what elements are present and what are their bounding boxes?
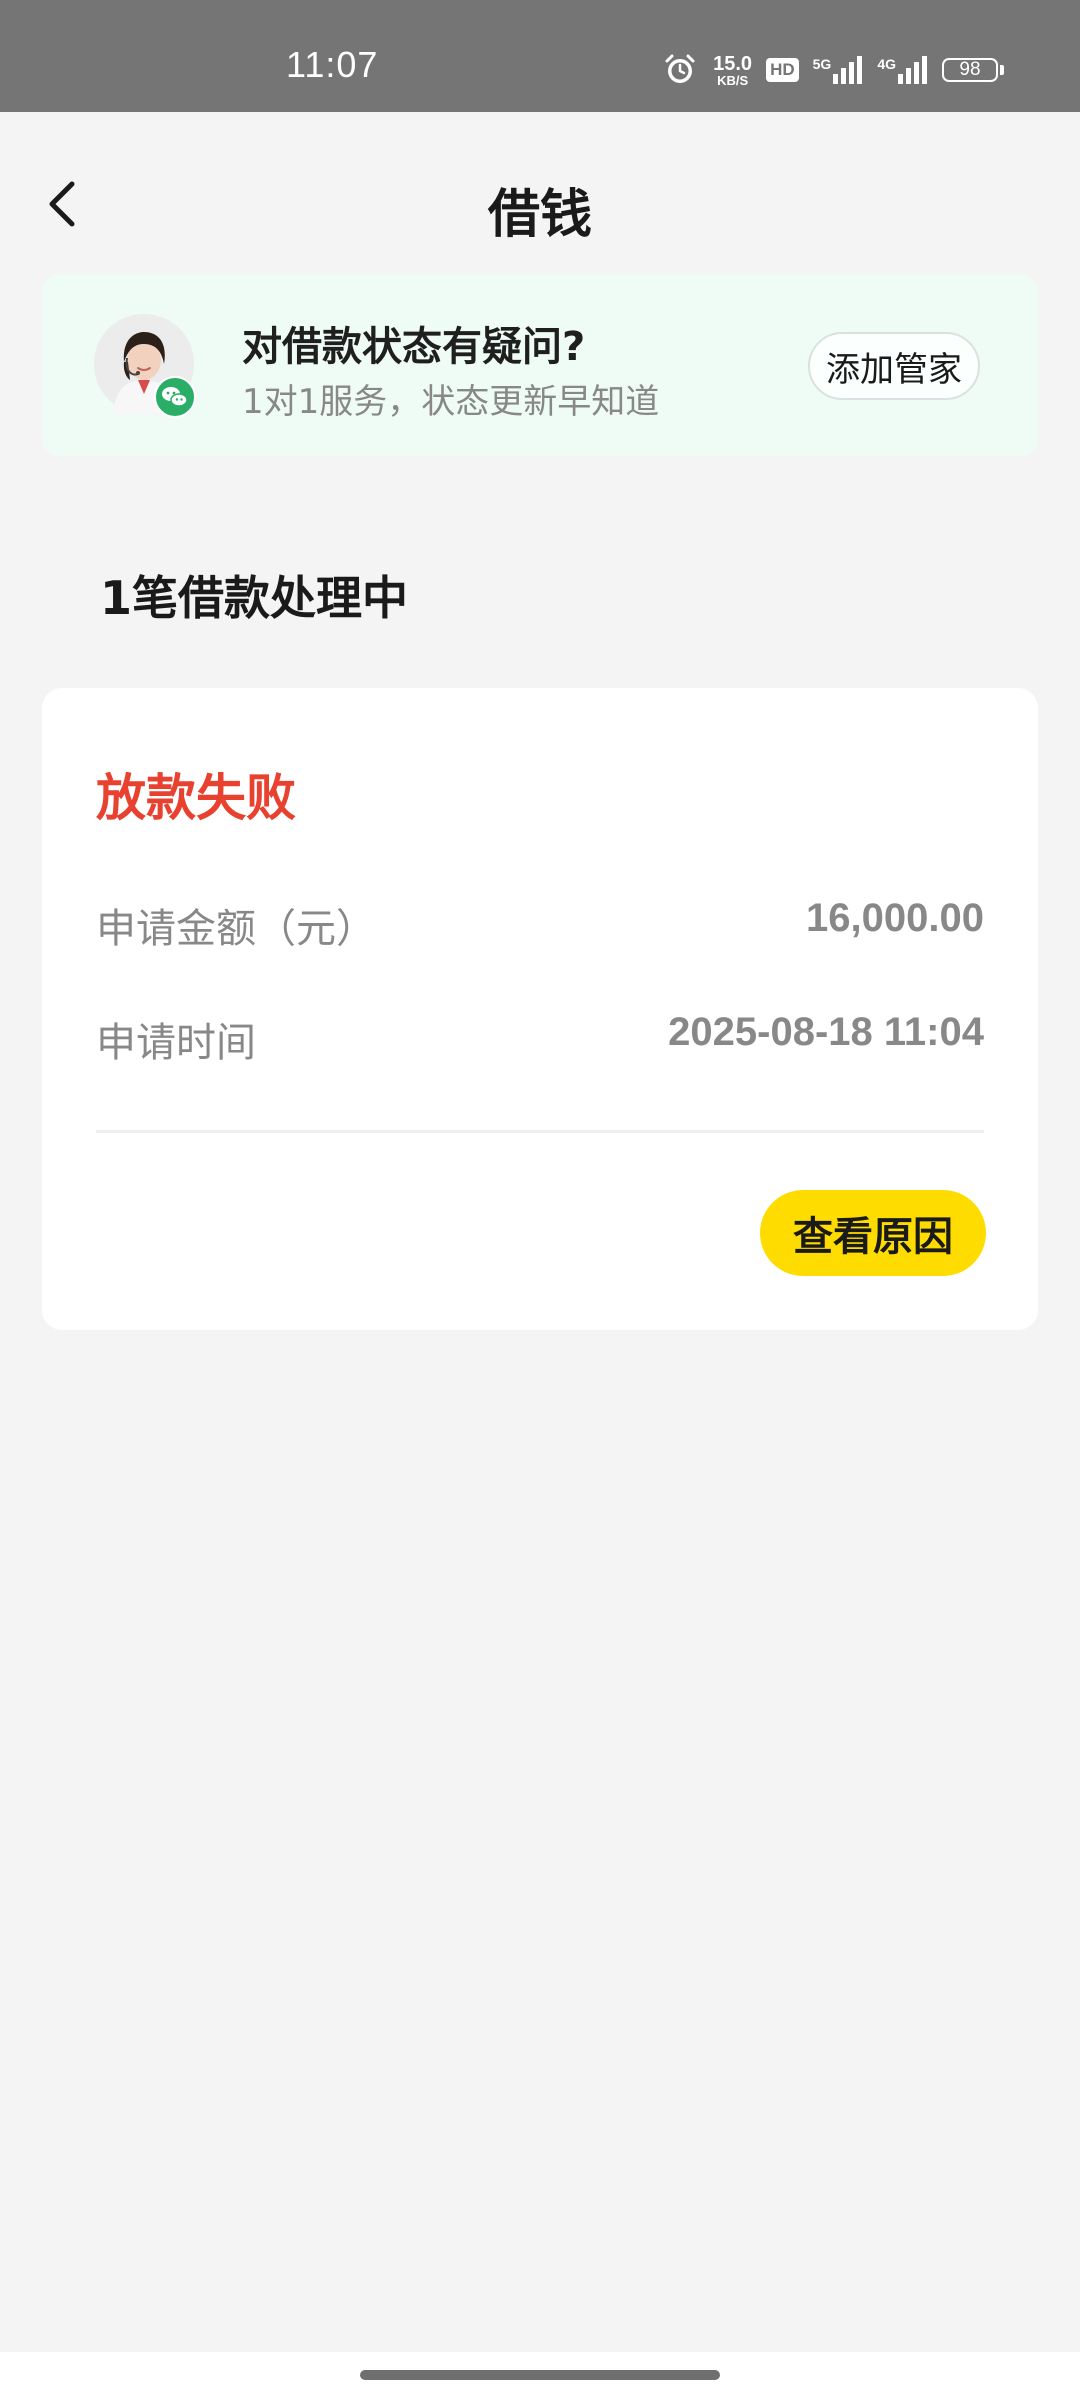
navigation-bar: [0, 2352, 1080, 2400]
status-icons: 15.0 KB/S HD 5G 4G 98: [663, 48, 1004, 92]
battery-tip: [1000, 65, 1004, 75]
view-reason-button[interactable]: 查看原因: [760, 1190, 986, 1276]
network-speed-value: 15.0: [713, 52, 753, 75]
page-header: 借钱: [0, 112, 1080, 262]
hd-icon: HD: [766, 58, 799, 82]
time-value: 2025-08-18 11:04: [668, 1010, 984, 1054]
banner-subtitle: 1对1服务，状态更新早知道: [242, 382, 660, 422]
signal-4g-icon: 4G: [877, 56, 928, 84]
page-title: 借钱: [487, 185, 592, 245]
amount-value: 16,000.00: [806, 896, 984, 940]
banner-title: 对借款状态有疑问?: [242, 324, 586, 370]
add-manager-button[interactable]: 添加管家: [808, 332, 980, 400]
service-banner[interactable]: 对借款状态有疑问? 1对1服务，状态更新早知道 添加管家: [42, 274, 1038, 456]
battery-icon: 98: [942, 58, 1004, 82]
home-indicator[interactable]: [360, 2370, 720, 2380]
battery-level: 98: [942, 58, 998, 82]
signal-5g-icon: 5G: [813, 56, 864, 84]
network-label-5g: 5G: [812, 56, 832, 72]
alarm-icon: [665, 54, 695, 83]
signal-bars-icon: [833, 56, 863, 84]
loan-card: 放款失败 申请金额（元） 16,000.00 申请时间 2025-08-18 1…: [42, 688, 1038, 1330]
wechat-icon: [154, 376, 196, 418]
time-label: 申请时间: [96, 1020, 256, 1066]
status-bar: 11:07 15.0 KB/S HD 5G 4G 98: [0, 0, 1080, 112]
network-speed-unit: KB/S: [717, 72, 749, 88]
divider: [96, 1130, 984, 1133]
network-label-4g: 4G: [877, 56, 896, 72]
network-speed: 15.0 KB/S: [713, 54, 752, 87]
loan-status: 放款失败: [96, 769, 296, 827]
status-time: 11:07: [286, 44, 379, 85]
section-heading: 1笔借款处理中: [100, 571, 409, 625]
signal-bars-icon: [898, 56, 927, 84]
amount-label: 申请金额（元）: [96, 906, 376, 952]
